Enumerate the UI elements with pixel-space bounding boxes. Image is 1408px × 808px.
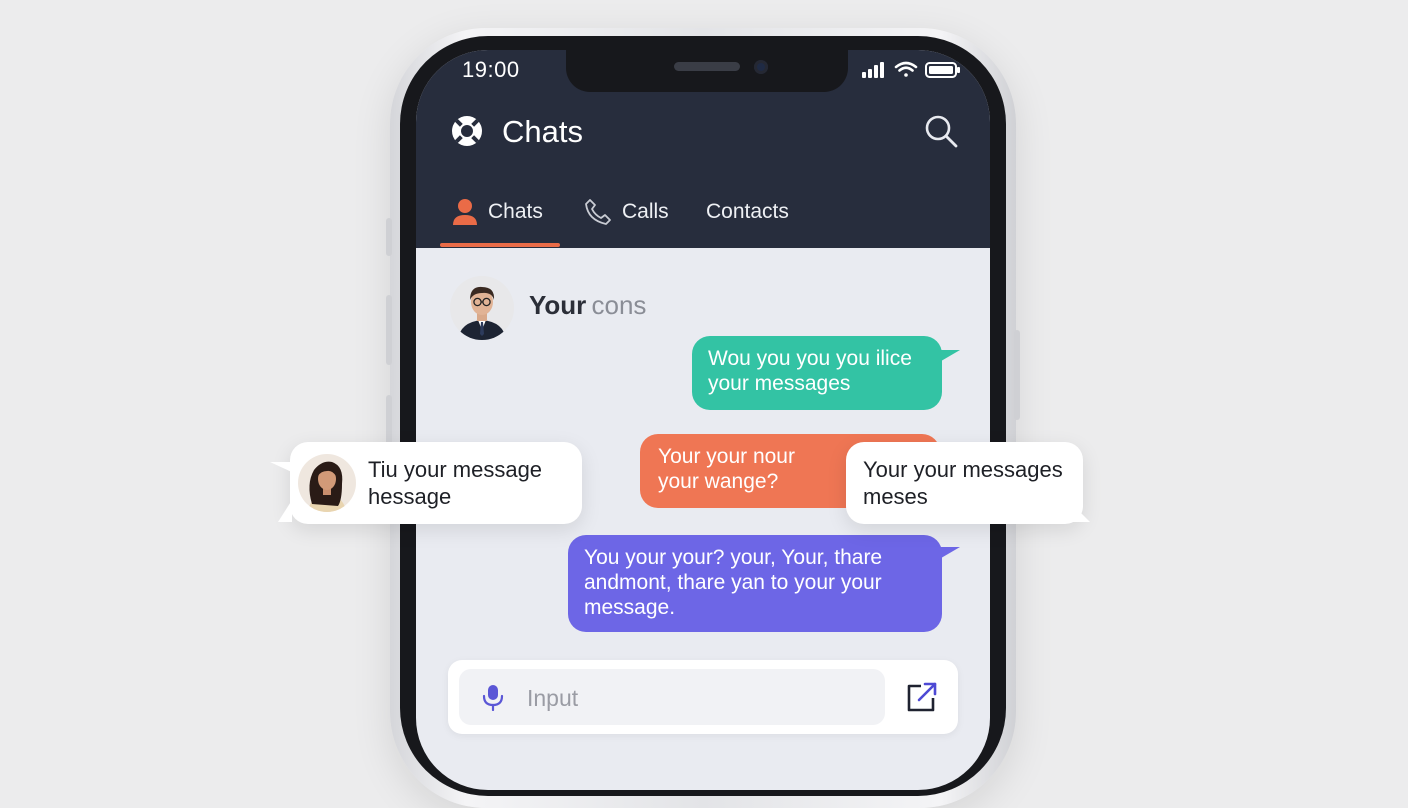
- composer: [448, 660, 958, 734]
- mic-icon[interactable]: [479, 683, 507, 711]
- phone-icon: [585, 199, 611, 225]
- signal-icon: [862, 62, 884, 78]
- search-icon[interactable]: [922, 112, 960, 150]
- contact-name-faded: cons: [586, 290, 647, 320]
- avatar-image: [450, 276, 514, 340]
- bubble-tail: [278, 500, 292, 522]
- message-line: You your your? your, Your, thare: [584, 546, 883, 569]
- phone-screen: 19:00 Chats Chats Calls Contacts Your co…: [416, 50, 990, 790]
- floating-message-line: Tiu your message: [368, 457, 543, 482]
- active-tab-indicator: [440, 243, 560, 247]
- floating-message-right[interactable]: Your your messages meses: [846, 442, 1083, 524]
- app-title: Chats: [502, 114, 583, 149]
- tab-label: Calls: [622, 200, 669, 223]
- message-line: your messages: [708, 372, 851, 395]
- status-icons: [862, 61, 960, 78]
- side-button-volume-up: [386, 295, 392, 365]
- message-line: andmont, thare yan to your your: [584, 571, 882, 594]
- avatar: [298, 454, 356, 512]
- app-header: 19:00 Chats Chats Calls Contacts: [416, 50, 990, 248]
- floating-message-left[interactable]: Tiu your message hessage: [290, 442, 582, 524]
- message-input-field[interactable]: [459, 669, 885, 727]
- app-logo-icon: [452, 116, 482, 146]
- tab-calls[interactable]: Calls: [584, 197, 669, 227]
- floating-message-line: Your your messages: [863, 457, 1063, 482]
- speaker: [674, 62, 740, 71]
- bubble-tail: [936, 547, 960, 561]
- message-line: Wou you you you ilice: [708, 347, 912, 370]
- bubble-tail: [936, 350, 960, 364]
- contact-name: Your cons: [529, 290, 646, 321]
- floating-message-line: meses: [863, 484, 928, 509]
- side-button-power: [1014, 330, 1020, 420]
- tab-label: Chats: [488, 200, 543, 223]
- status-time: 19:00: [462, 57, 520, 82]
- avatar[interactable]: [450, 276, 514, 340]
- message-bubble-sent[interactable]: Wou you you you ilice your messages: [692, 336, 942, 410]
- front-camera: [754, 60, 768, 74]
- tab-chats[interactable]: Chats: [452, 197, 543, 227]
- bubble-tail: [1070, 502, 1090, 522]
- person-icon: [453, 199, 477, 225]
- avatar-image: [298, 454, 356, 512]
- message-input[interactable]: [525, 669, 869, 727]
- notch: [566, 50, 848, 92]
- message-line: message.: [584, 596, 676, 619]
- tab-contacts[interactable]: Contacts: [706, 197, 789, 227]
- bubble-tail: [270, 462, 296, 474]
- wifi-icon: [894, 61, 918, 77]
- tab-label: Contacts: [706, 200, 789, 223]
- floating-message-line: hessage: [368, 484, 452, 509]
- contact-name-bold: Your: [529, 290, 587, 320]
- message-bubble-sent[interactable]: You your your? your, Your, thare andmont…: [568, 535, 942, 632]
- side-button-mute: [386, 218, 392, 256]
- send-icon[interactable]: [905, 680, 939, 714]
- battery-icon: [925, 62, 960, 78]
